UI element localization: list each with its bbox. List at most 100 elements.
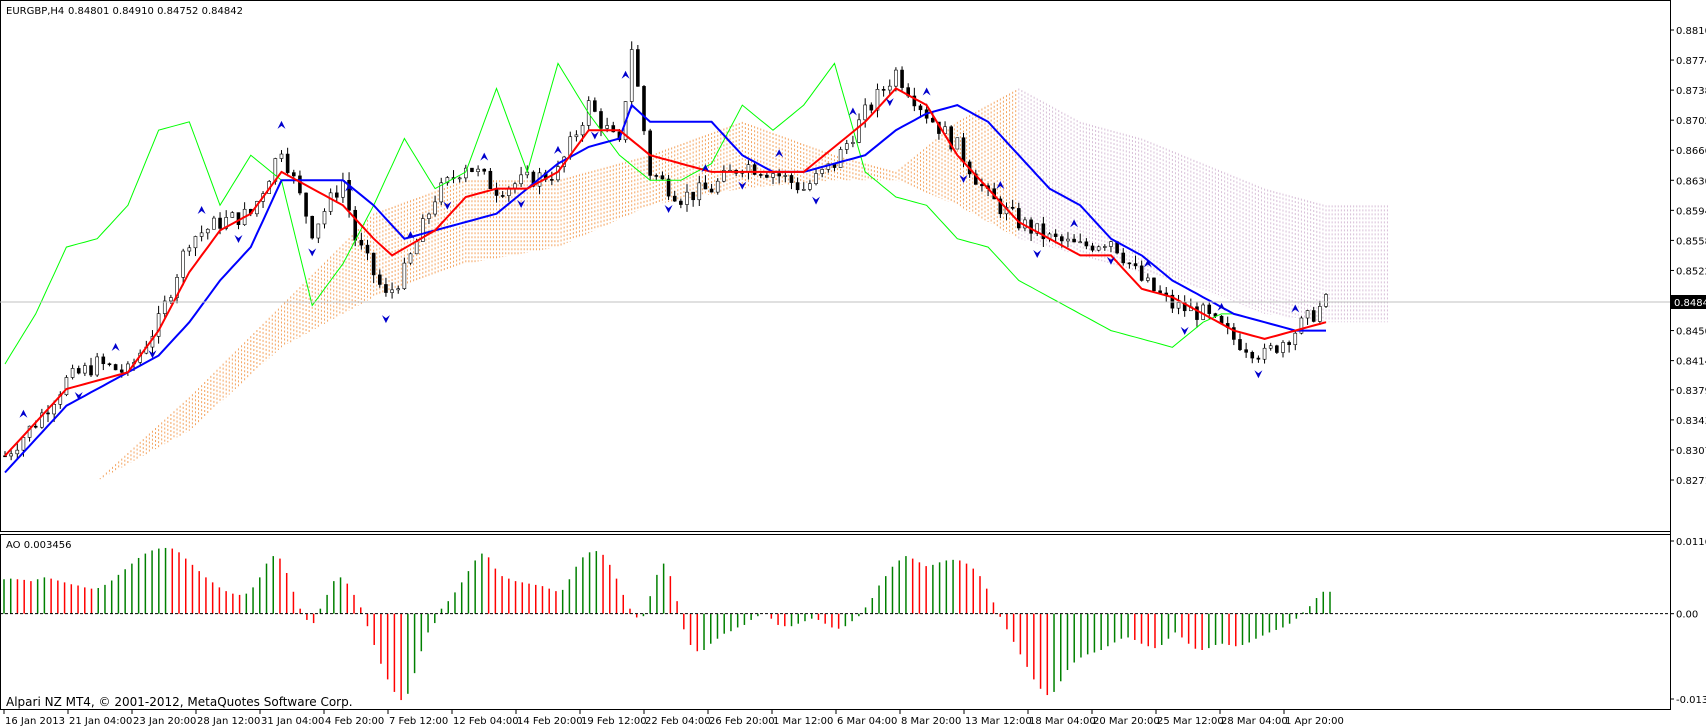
candle-body — [765, 174, 769, 178]
candle-body — [181, 250, 185, 278]
candle-body — [1060, 236, 1064, 242]
candle-body — [1293, 332, 1298, 345]
time-tick-label: 21 Jan 04:00 — [69, 716, 132, 727]
candle-body — [1103, 246, 1107, 248]
candle-body — [359, 239, 364, 246]
candle-body — [777, 173, 781, 177]
candle-body — [550, 179, 554, 181]
time-tick-label: 18 Mar 04:00 — [1029, 716, 1096, 727]
candle-body — [783, 175, 788, 177]
time-tick-label: 1 Mar 12:00 — [773, 716, 833, 727]
candle-body — [113, 364, 118, 371]
candle-body — [1139, 265, 1144, 281]
candle-body — [64, 377, 69, 396]
candle-body — [408, 253, 413, 264]
candle-body — [46, 412, 50, 415]
candle-body — [322, 211, 327, 225]
time-tick-label: 7 Feb 12:00 — [389, 716, 448, 727]
candle-body — [961, 137, 966, 163]
candle-body — [918, 105, 923, 111]
candle-body — [1010, 206, 1015, 209]
candle-body — [752, 164, 757, 175]
candle-body — [1133, 263, 1138, 267]
candle-body — [1305, 310, 1310, 319]
candle-body — [593, 100, 597, 112]
candle-body — [169, 297, 173, 302]
candle-body — [476, 168, 480, 173]
candle-body — [384, 284, 388, 293]
candle-body — [771, 173, 775, 178]
candle-body — [672, 195, 677, 202]
price-tick-label: 0.88100 — [1676, 26, 1706, 37]
indicator-panel — [0, 534, 1671, 710]
candle-body — [1090, 245, 1095, 251]
candle-body — [863, 104, 867, 121]
candle-body — [1268, 345, 1273, 349]
price-tick-label: 0.85220 — [1676, 266, 1706, 277]
candle-body — [15, 449, 20, 455]
candle-body — [1238, 339, 1242, 350]
time-tick-label: 13 Mar 12:00 — [965, 716, 1032, 727]
candle-body — [1281, 342, 1285, 353]
time-tick-label: 22 Feb 04:00 — [645, 716, 711, 727]
candle-body — [795, 182, 800, 191]
time-tick-label: 31 Jan 04:00 — [261, 716, 324, 727]
candle-body — [851, 142, 855, 144]
candle-body — [691, 191, 695, 201]
time-tick-label: 26 Feb 20:00 — [709, 716, 775, 727]
candle-body — [513, 183, 517, 189]
candle-body — [1250, 352, 1255, 359]
candle-body — [457, 177, 462, 180]
candle-body — [1066, 238, 1070, 242]
candle-body — [930, 117, 935, 123]
time-tick-label: 19 Feb 12:00 — [581, 716, 647, 727]
time-axis: 16 Jan 2013 21 Jan 04:00 23 Jan 20:00 28 Ja… — [3, 710, 1344, 727]
candle-body — [1262, 347, 1267, 360]
price-tick-label: 0.83430 — [1676, 416, 1706, 427]
candle-body — [869, 104, 874, 111]
price-tick-label: 0.83070 — [1676, 446, 1706, 457]
candle-body — [162, 300, 167, 314]
candle-body — [679, 200, 683, 205]
price-tick-label: 0.87020 — [1676, 116, 1706, 127]
candle-body — [1311, 310, 1316, 322]
candle-body — [1318, 306, 1322, 322]
candle-body — [500, 195, 505, 197]
candle-body — [894, 69, 898, 87]
time-tick-label: 20 Mar 20:00 — [1093, 716, 1160, 727]
candle-body — [1109, 241, 1113, 247]
candle-body — [881, 89, 886, 91]
candle-body — [371, 252, 376, 276]
price-tick-label: 0.85940 — [1676, 206, 1706, 217]
time-tick-label: 4 Feb 20:00 — [325, 716, 384, 727]
candle-body — [1152, 277, 1156, 292]
time-tick-label: 12 Feb 04:00 — [453, 716, 519, 727]
candle-body — [1207, 304, 1212, 314]
candle-body — [789, 175, 794, 183]
candle-body — [212, 217, 216, 230]
candle-body — [1176, 302, 1181, 309]
candle-body — [9, 453, 13, 457]
candle-body — [187, 247, 192, 252]
candle-body — [298, 175, 302, 194]
candle-body — [887, 85, 892, 91]
candle-body — [838, 149, 843, 168]
candle-body — [599, 111, 603, 129]
time-tick-label: 1 Apr 20:00 — [1285, 716, 1344, 727]
candle-body — [955, 137, 960, 150]
candle-body — [1127, 262, 1132, 265]
candle-body — [746, 164, 751, 173]
candle-body — [1244, 349, 1248, 353]
candle-body — [193, 236, 198, 249]
candle-body — [285, 153, 290, 173]
candle-body — [758, 174, 763, 176]
candle-body — [580, 125, 585, 136]
price-tick-label: 0.85580 — [1676, 236, 1706, 247]
candle-body — [482, 168, 487, 172]
candle-body — [101, 356, 106, 365]
candle-body — [402, 262, 407, 289]
candle-body — [629, 49, 634, 102]
candle-body — [341, 179, 345, 198]
candle-body — [1078, 241, 1083, 244]
candle-body — [89, 365, 93, 376]
